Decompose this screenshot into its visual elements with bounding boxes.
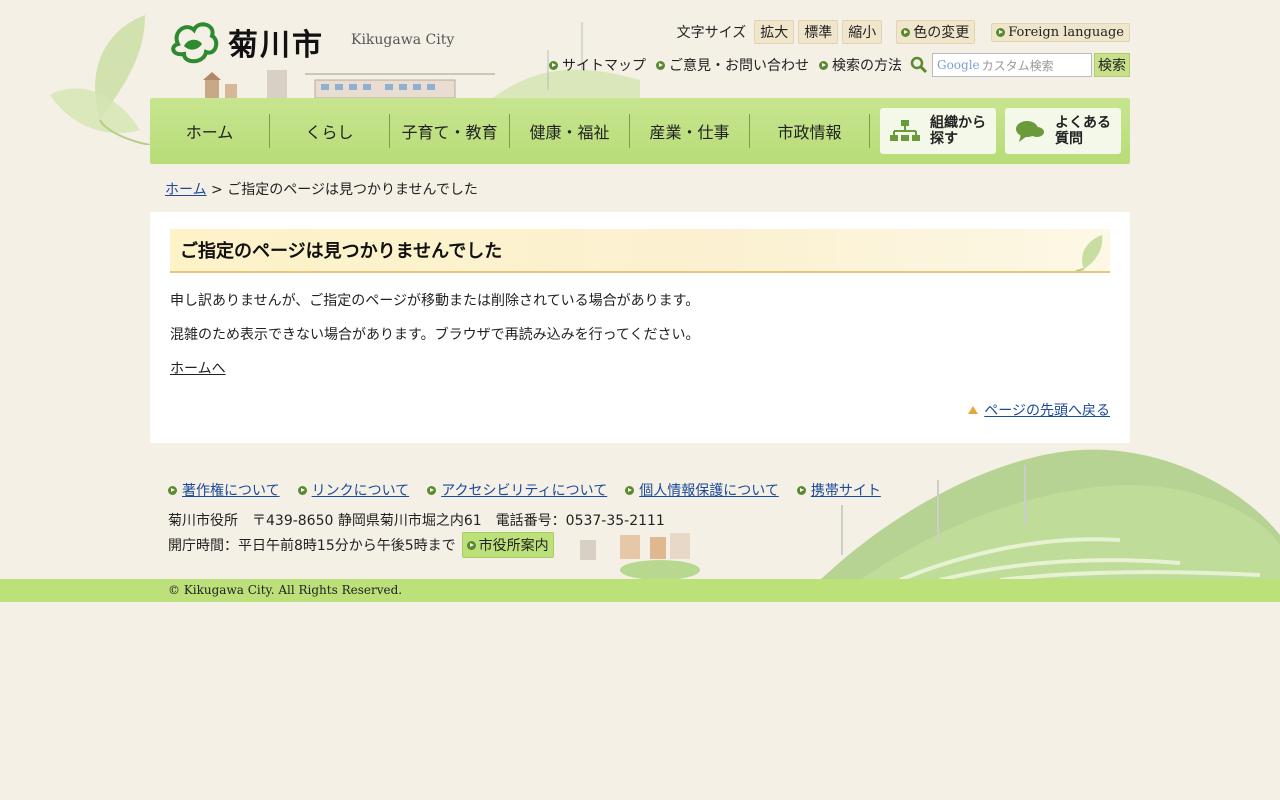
footer-link-accessibility[interactable]: アクセシビリティについて [427,480,607,500]
search-help-label: 検索の方法 [832,58,902,74]
leaf-decoration-icon [1075,235,1103,271]
utility-bar-top: 文字サイズ 拡大 標準 縮小 色の変更 Foreign language [677,20,1130,44]
main-content: ご指定のページは見つかりませんでした 申し訳ありませんが、ご指定のページが移動ま… [150,212,1130,443]
breadcrumb-current: ご指定のページは見つかりませんでした [227,182,478,198]
back-to-top-link[interactable]: ページの先頭へ戻る [984,400,1110,420]
font-size-label: 文字サイズ [676,25,747,41]
font-size-standard-button[interactable]: 標準 [798,20,839,44]
footer-hours: 開庁時間：平日午前8時15分から午後5時まで [168,538,456,554]
search-button[interactable]: 検索 [1094,53,1130,77]
foreign-language-button[interactable]: Foreign language [991,22,1130,42]
org-chart-icon [890,120,920,141]
speech-bubble-icon [1016,121,1044,142]
footer-link-privacy-label[interactable]: 個人情報保護について [639,480,779,500]
up-triangle-icon [968,406,979,414]
arrow-bullet-icon [168,485,177,495]
nav-item-health-welfare[interactable]: 健康・福祉 [510,114,630,148]
site-header: 菊川市 Kikugawa City 文字サイズ 拡大 標準 縮小 色の変更 Fo… [0,0,1280,145]
footer-hours-row: 開庁時間：平日午前8時15分から午後5時まで 市役所案内 [168,532,554,558]
nav-item-city-info[interactable]: 市政情報 [750,114,870,148]
faq-label: よくある 質問 [1055,115,1111,147]
chrysanthemum-logo-icon [171,22,219,64]
copyright-bar: © Kikugawa City. All Rights Reserved. [0,579,1280,602]
org-search-line2: 探す [930,131,958,147]
global-nav: ホーム くらし 子育て・教育 健康・福祉 産業・仕事 市政情報 組織から 探す … [150,98,1130,164]
breadcrumb: ホーム > ご指定のページは見つかりませんでした [165,179,478,199]
nav-item-childcare-education[interactable]: 子育て・教育 [390,114,510,148]
arrow-bullet-icon [819,60,828,70]
tea-leaf-decoration [50,15,151,145]
footer-link-links-label[interactable]: リンクについて [312,480,410,500]
office-guide-label: 市役所案内 [478,538,549,554]
breadcrumb-home-link[interactable]: ホーム [165,182,207,198]
nav-item-industry-work[interactable]: 産業・仕事 [630,114,750,148]
arrow-bullet-icon [996,27,1006,37]
arrow-bullet-icon [549,60,558,70]
search-icon [910,56,928,74]
error-message-2: 混雑のため表示できない場合があります。ブラウザで再読み込みを行ってください。 [170,327,700,343]
breadcrumb-separator: > [206,182,228,198]
contact-label: ご意見・お問い合わせ [669,58,809,74]
footer-address: 菊川市役所 〒439-8650 静岡県菊川市堀之内61 電話番号：0537-35… [168,513,665,529]
footer-link-copyright[interactable]: 著作権について [168,480,280,500]
faq-line1: よくある [1055,115,1111,131]
foreign-language-label: Foreign language [1008,24,1124,40]
utility-bar-bottom: サイトマップ ご意見・お問い合わせ 検索の方法 Google カスタム検索 検索 [539,53,1130,77]
color-change-label: 色の変更 [913,25,970,41]
nav-item-home[interactable]: ホーム [150,114,270,148]
arrow-bullet-icon [625,485,635,495]
copyright-text: © Kikugawa City. All Rights Reserved. [168,583,403,597]
back-to-top[interactable]: ページの先頭へ戻る [968,400,1110,420]
nav-item-living[interactable]: くらし [270,114,390,148]
footer-link-accessibility-label[interactable]: アクセシビリティについて [441,480,607,500]
page-title-text: ご指定のページは見つかりませんでした [180,241,503,262]
search-input[interactable]: Google カスタム検索 [932,53,1092,77]
footer-link-mobile[interactable]: 携帯サイト [796,480,881,500]
google-logo-text: Google [937,58,980,72]
footer-link-links[interactable]: リンクについて [297,480,410,500]
city-logo[interactable]: 菊川市 [168,18,324,66]
sitemap-label: サイトマップ [562,58,646,74]
office-guide-button[interactable]: 市役所案内 [461,532,554,558]
page-title: ご指定のページは見つかりませんでした [170,229,1110,273]
org-search-line1: 組織から [930,115,986,131]
footer-link-mobile-label[interactable]: 携帯サイト [811,480,881,500]
arrow-bullet-icon [466,540,476,550]
sitemap-link[interactable]: サイトマップ [549,55,646,75]
arrow-bullet-icon [656,60,665,70]
search-help-link[interactable]: 検索の方法 [819,55,902,75]
footer-links: 著作権について リンクについて アクセシビリティについて 個人情報保護について … [168,480,881,500]
arrow-bullet-icon [297,485,307,495]
org-search-button[interactable]: 組織から 探す [880,108,996,154]
arrow-bullet-icon [427,485,437,495]
footer-link-privacy[interactable]: 個人情報保護について [625,480,779,500]
home-link[interactable]: ホームへ [170,358,226,378]
logo-english-text: Kikugawa City [351,32,455,48]
logo-text: 菊川市 [228,28,324,63]
arrow-bullet-icon [901,27,911,37]
arrow-bullet-icon [796,485,806,495]
font-size-shrink-button[interactable]: 縮小 [842,20,883,44]
org-search-label: 組織から 探す [930,115,986,147]
color-change-button[interactable]: 色の変更 [896,20,976,44]
font-size-enlarge-button[interactable]: 拡大 [754,20,795,44]
contact-link[interactable]: ご意見・お問い合わせ [656,55,809,75]
footer-link-copyright-label[interactable]: 著作権について [182,480,280,500]
error-message-1: 申し訳ありませんが、ご指定のページが移動または削除されている場合があります。 [170,293,700,309]
tea-field-decoration [580,449,1280,580]
faq-line2: 質問 [1055,131,1083,147]
search-placeholder: カスタム検索 [981,58,1054,73]
town-train-decoration [203,70,495,100]
faq-button[interactable]: よくある 質問 [1005,108,1121,154]
